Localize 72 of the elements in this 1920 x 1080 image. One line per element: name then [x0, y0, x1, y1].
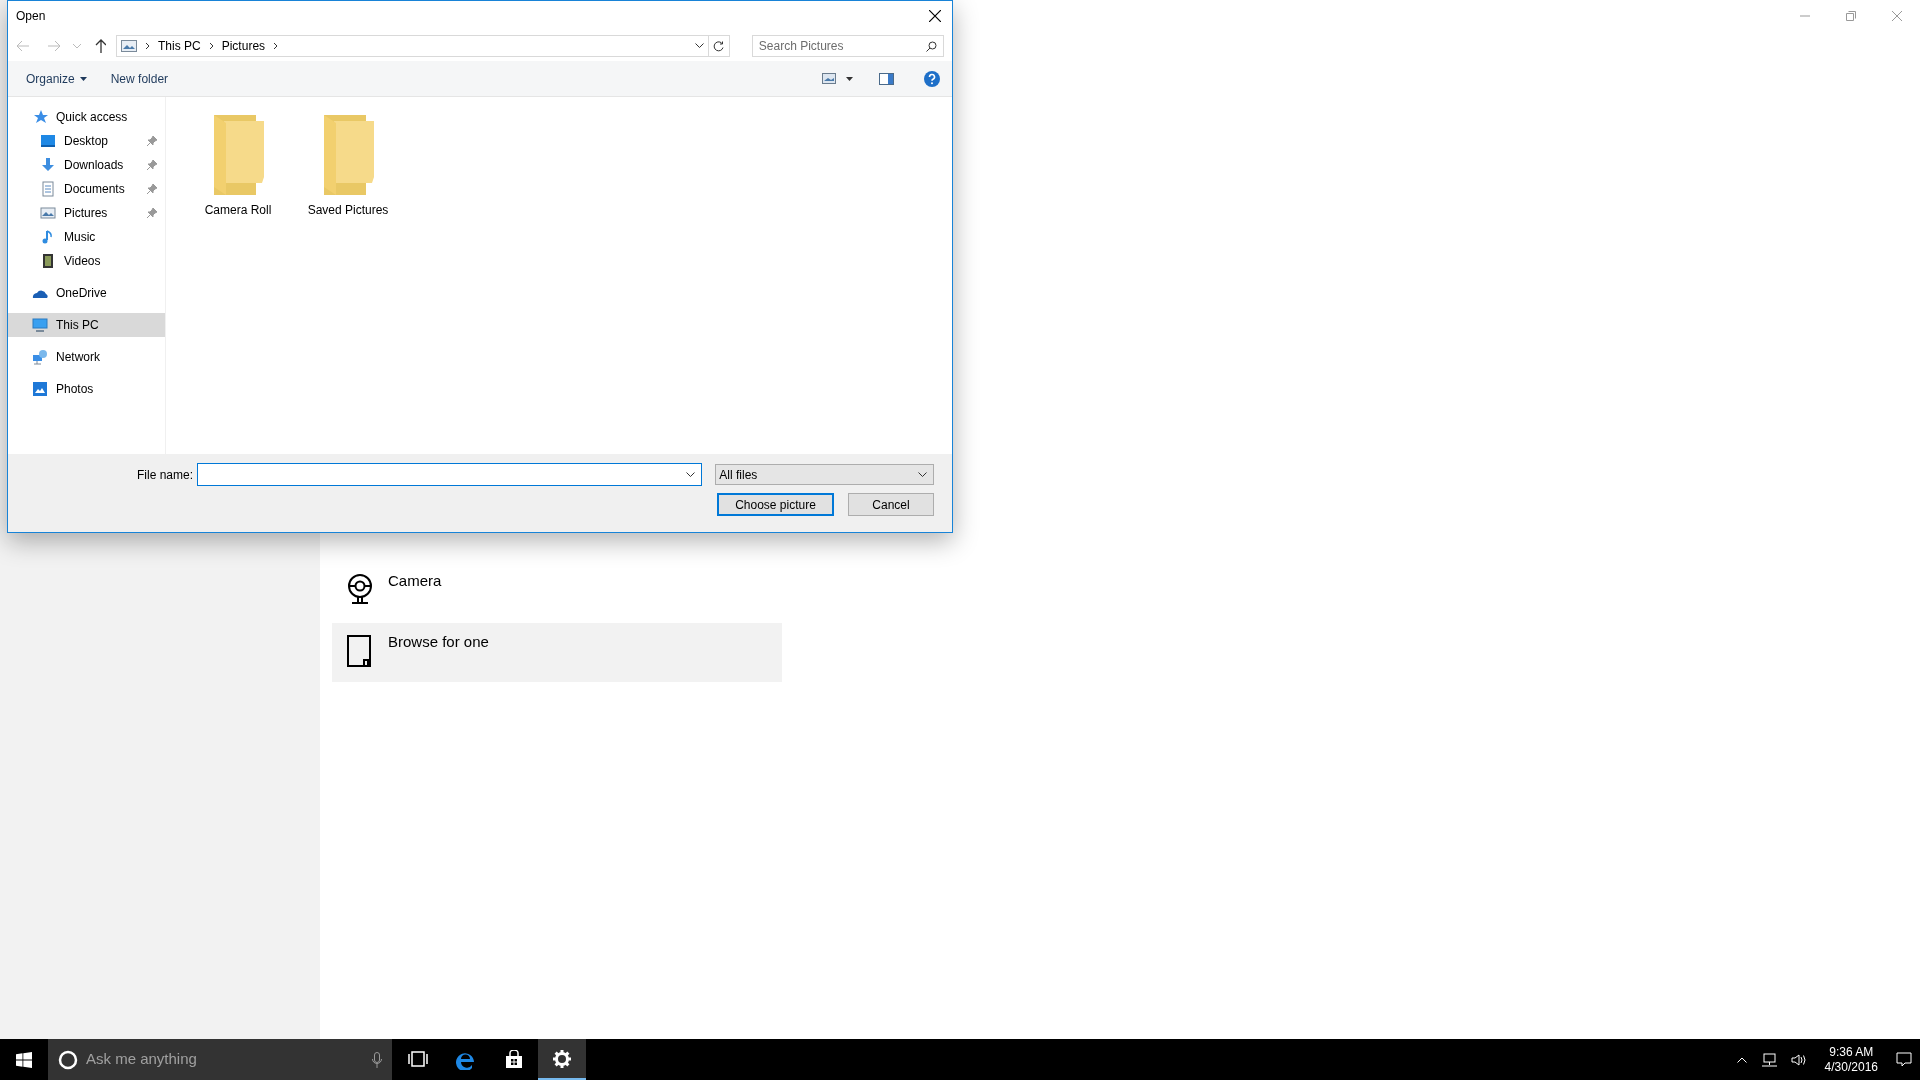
folder-item[interactable]: Camera Roll	[190, 113, 286, 219]
dialog-button[interactable]: Cancel	[848, 493, 934, 516]
webcam-icon	[346, 573, 374, 607]
up-arrow-icon[interactable]	[94, 39, 106, 53]
dropdown-caret-icon[interactable]	[694, 43, 704, 49]
close-icon	[1892, 11, 1902, 21]
search-icon	[926, 40, 937, 52]
folder-item[interactable]: Saved Pictures	[300, 113, 396, 219]
option-label: Camera	[388, 571, 442, 591]
nav-item[interactable]: Documents	[8, 177, 165, 201]
view-options-icon[interactable]	[822, 73, 836, 84]
breadcrumb-link[interactable]: This PC	[158, 37, 201, 55]
chevron-icon[interactable]	[145, 42, 150, 50]
search-box[interactable]: Ask me anything	[48, 1039, 392, 1080]
restore-icon	[1846, 11, 1856, 21]
nav-item[interactable]: Music	[8, 225, 165, 249]
star-icon	[32, 109, 48, 125]
nav-item[interactable]: Quick access	[8, 105, 165, 129]
picture-option[interactable]: Browse for one	[332, 623, 782, 682]
gear-icon	[552, 1048, 572, 1069]
nav-item[interactable]: Pictures	[8, 201, 165, 225]
microphone-icon	[372, 1051, 382, 1068]
taskbar-app-button[interactable]	[538, 1039, 586, 1080]
network-icon[interactable]	[1760, 1052, 1777, 1067]
pictures-icon	[40, 205, 56, 221]
nav-item[interactable]: Videos	[8, 249, 165, 273]
nav-item[interactable]: This PC	[8, 313, 165, 337]
option-label: Browse for one	[388, 632, 489, 652]
dropdown-caret-icon	[918, 471, 927, 478]
windows-logo-icon	[16, 1051, 32, 1068]
document-icon	[346, 634, 374, 668]
clock[interactable]: 9:36 AM 4/30/2016	[1820, 1044, 1882, 1075]
help-icon[interactable]	[924, 70, 940, 87]
network-icon	[32, 349, 48, 365]
nav-item[interactable]: Downloads	[8, 153, 165, 177]
dropdown-caret-icon[interactable]	[686, 471, 696, 478]
dialog-title: Open	[15, 8, 46, 25]
nav-item[interactable]: Desktop	[8, 129, 165, 153]
refresh-icon	[713, 40, 725, 52]
preview-pane-icon[interactable]	[879, 72, 894, 85]
nav-item[interactable]: Photos	[8, 377, 165, 401]
breadcrumb-link[interactable]: Pictures	[221, 37, 266, 55]
documents-icon	[40, 181, 56, 197]
shopping-bag-icon	[504, 1049, 524, 1070]
chevron-icon[interactable]	[208, 42, 214, 50]
file-type-dropdown[interactable]: All files	[715, 464, 934, 485]
picture-option[interactable]: Camera	[332, 562, 782, 621]
task-view-icon	[408, 1049, 428, 1070]
photos-icon	[32, 381, 48, 397]
desktop-icon	[40, 133, 56, 149]
dialog-button[interactable]: Choose picture	[717, 493, 834, 516]
toolbar-button[interactable]: New folder	[110, 69, 169, 88]
pc-icon	[32, 317, 48, 333]
pictures-library-icon	[121, 40, 137, 52]
chevron-icon[interactable]	[273, 42, 279, 50]
file-name-label: File name:	[137, 466, 194, 484]
file-name-field[interactable]	[197, 463, 703, 486]
caret-icon	[79, 76, 87, 81]
nav-item[interactable]: Network	[8, 345, 165, 369]
downloads-icon	[40, 157, 56, 173]
refresh-button[interactable]	[708, 35, 730, 57]
toolbar-button[interactable]: Organize	[26, 69, 87, 88]
dropdown-caret-icon[interactable]	[846, 76, 853, 81]
videos-icon	[40, 253, 56, 269]
chevron-up-icon[interactable]	[1736, 1056, 1747, 1063]
close-icon	[929, 10, 941, 22]
nav-item[interactable]: OneDrive	[8, 281, 165, 305]
speaker-icon[interactable]	[1790, 1052, 1807, 1067]
notification-icon[interactable]	[1896, 1051, 1912, 1068]
search-field[interactable]: Search Pictures	[751, 35, 944, 57]
cortana-circle-icon	[58, 1049, 78, 1070]
address-bar[interactable]: This PC Pictures	[116, 35, 709, 57]
